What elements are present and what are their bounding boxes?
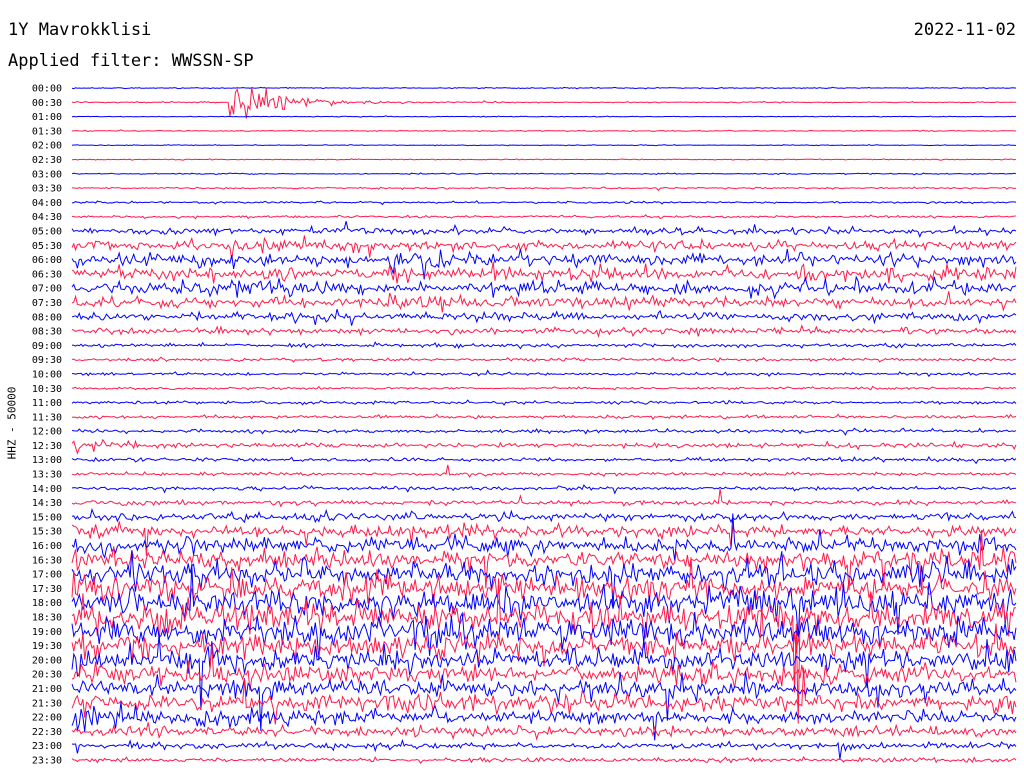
row-time-label: 05:00 [32,226,62,237]
row-time-label: 21:00 [32,684,62,695]
trace-row-0530 [71,235,1017,260]
row-time-label: 22:00 [32,713,62,724]
row-time-label: 12:00 [32,427,62,438]
row-time-label: 08:30 [32,327,62,338]
trace-row-0100 [71,115,1017,118]
row-time-label: 21:30 [32,698,62,709]
row-time-label: 23:00 [32,741,62,752]
row-time-label: 13:00 [32,455,62,466]
row-time-label: 00:30 [32,98,62,109]
trace-row-1330 [71,464,1017,478]
trace-row-0630 [71,261,1017,284]
trace-row-1300 [71,455,1017,465]
trace-row-1400 [71,484,1017,495]
trace-row-0230 [71,158,1017,161]
row-time-label: 14:30 [32,498,62,509]
row-time-label: 00:00 [32,84,62,95]
trace-row-0430 [71,214,1017,220]
trace-row-0930 [71,356,1017,363]
row-time-label: 18:00 [32,598,62,609]
trace-row-0830 [71,324,1017,338]
row-time-label: 19:00 [32,627,62,638]
row-time-label: 17:30 [32,584,62,595]
trace-row-1830 [71,578,1017,724]
row-time-label: 15:30 [32,527,62,538]
row-time-label: 20:00 [32,655,62,666]
trace-row-2230 [71,722,1017,741]
trace-row-0730 [71,291,1017,313]
helicorder-plot: 00:00 00:30 01:00 01:30 02:00 02:30 03:00 03:30… [32,84,1017,767]
row-time-label: 07:30 [32,298,62,309]
trace-row-1130 [71,413,1017,420]
trace-row-1230 [71,438,1017,455]
row-time-label: 17:00 [32,570,62,581]
trace-row-1700 [71,550,1017,608]
row-time-label: 07:00 [32,284,62,295]
trace-group [71,86,1017,765]
row-time-label: 15:00 [32,512,62,523]
row-time-label: 13:30 [32,470,62,481]
trace-row-1500 [71,507,1017,524]
row-time-label: 10:30 [32,384,62,395]
trace-row-1600 [71,513,1017,561]
row-time-label: 11:30 [32,412,62,423]
row-time-label: 08:00 [32,312,62,323]
row-time-label: 22:30 [32,727,62,738]
trace-row-1200 [71,427,1017,436]
row-time-label: 10:00 [32,369,62,380]
row-time-label: 12:30 [32,441,62,452]
row-time-label: 16:00 [32,541,62,552]
trace-row-0800 [71,309,1017,326]
row-time-label: 01:00 [32,112,62,123]
trace-row-0300 [71,172,1017,176]
trace-row-1100 [71,399,1017,406]
row-time-label: 18:30 [32,613,62,624]
row-time-label: 04:00 [32,198,62,209]
row-time-label: 09:00 [32,341,62,352]
trace-row-1030 [72,385,1017,391]
trace-row-0400 [71,200,1017,206]
trace-row-1430 [71,488,1017,508]
trace-row-1900 [71,611,1017,661]
row-time-label: 20:30 [32,670,62,681]
row-time-label: 06:00 [32,255,62,266]
row-time-label: 19:30 [32,641,62,652]
trace-row-2030 [71,645,1017,691]
row-time-label: 03:00 [32,169,62,180]
trace-row-0030 [71,87,1017,119]
row-time-label: 04:30 [32,212,62,223]
trace-row-0330 [71,186,1017,192]
trace-row-0130 [71,129,1017,133]
tick-label-group: 00:00 00:30 01:00 01:30 02:00 02:30 03:00 03:30… [32,84,62,767]
row-time-label: 03:30 [32,184,62,195]
row-time-label: 02:00 [32,141,62,152]
trace-row-2300 [71,738,1017,760]
row-time-label: 02:30 [32,155,62,166]
row-time-label: 23:30 [32,756,62,767]
trace-row-0500 [71,221,1017,238]
row-time-label: 05:30 [32,241,62,252]
trace-row-0200 [71,144,1017,147]
row-time-label: 11:00 [32,398,62,409]
row-time-label: 06:30 [32,269,62,280]
row-time-label: 14:00 [32,484,62,495]
trace-row-2330 [71,755,1017,765]
row-time-label: 09:30 [32,355,62,366]
trace-row-0000 [71,86,1017,90]
trace-row-0900 [71,341,1017,350]
row-time-label: 16:30 [32,555,62,566]
row-time-label: 01:30 [32,126,62,137]
trace-row-1000 [72,369,1017,378]
